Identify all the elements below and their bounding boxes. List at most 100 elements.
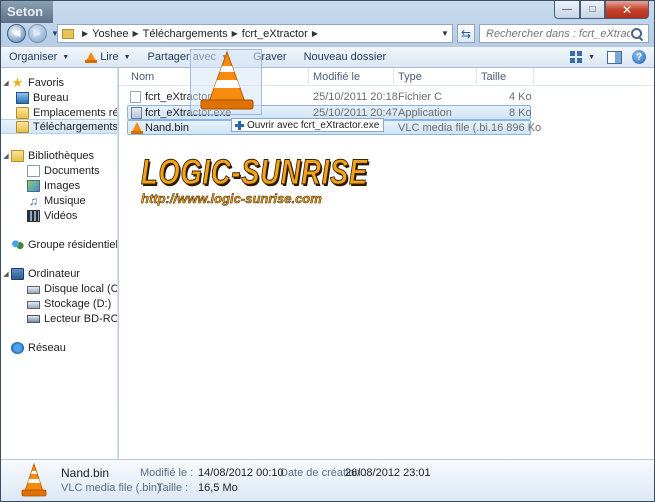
nav-desktop-label: Bureau bbox=[33, 91, 69, 104]
chevron-down-icon[interactable]: ▼ bbox=[588, 54, 595, 61]
drag-ghost bbox=[190, 49, 262, 115]
nav-bd-rom[interactable]: Lecteur BD-ROM (G:) bbox=[1, 311, 117, 326]
address-dropdown-icon[interactable]: ▼ bbox=[438, 29, 452, 38]
file-type: Application bbox=[398, 107, 452, 119]
view-icon[interactable] bbox=[570, 50, 584, 64]
nav-music-label: Musique bbox=[44, 194, 86, 207]
nav-images-label: Images bbox=[44, 179, 81, 192]
file-row-c[interactable]: fcrt_eXtractor.c 25/10/2011 20:18 Fichie… bbox=[127, 90, 532, 105]
nav-computer-label: Ordinateur bbox=[28, 267, 80, 280]
nav-downloads-label: Téléchargements bbox=[33, 120, 118, 133]
details-file-type: VLC media file (.bin) bbox=[61, 482, 161, 494]
forward-button[interactable]: ▶ bbox=[28, 24, 47, 43]
videos-icon bbox=[27, 209, 40, 222]
plus-icon bbox=[235, 120, 244, 130]
homegroup-icon bbox=[11, 238, 24, 251]
nav-homegroup-label: Groupe résidentiel bbox=[28, 238, 118, 251]
expand-arrow-icon[interactable]: ◢ bbox=[1, 79, 11, 87]
desktop-icon bbox=[16, 91, 29, 104]
command-bar: Organiser▼ Lire▼ Partager avec▼ Graver N… bbox=[1, 46, 654, 68]
new-folder-label: Nouveau dossier bbox=[303, 51, 387, 63]
chevron-right-icon[interactable]: ▶ bbox=[312, 29, 318, 38]
nav-bd-rom-label: Lecteur BD-ROM (G:) bbox=[44, 312, 117, 325]
nav-libraries-label: Bibliothèques bbox=[28, 149, 95, 162]
vlc-cone-icon bbox=[21, 463, 47, 497]
nav-downloads[interactable]: Téléchargements bbox=[1, 119, 118, 134]
breadcrumb-downloads[interactable]: Téléchargements bbox=[143, 28, 228, 40]
refresh-icon: ⇆ bbox=[460, 26, 472, 41]
help-icon[interactable]: ? bbox=[632, 50, 646, 64]
nav-computer[interactable]: ◢ Ordinateur bbox=[1, 266, 117, 281]
network-icon bbox=[11, 341, 24, 354]
column-modified[interactable]: Modifié le bbox=[313, 71, 360, 83]
view-controls: ▼ ? bbox=[570, 50, 646, 64]
nav-network[interactable]: Réseau bbox=[1, 340, 117, 355]
column-divider[interactable] bbox=[533, 68, 534, 85]
play-button[interactable]: Lire ▼ bbox=[85, 51, 131, 63]
nav-desktop[interactable]: Bureau bbox=[1, 90, 117, 105]
nav-homegroup[interactable]: Groupe résidentiel bbox=[1, 237, 118, 252]
chevron-right-icon[interactable]: ▶ bbox=[232, 29, 238, 38]
breadcrumb-fcrt-extractor[interactable]: fcrt_eXtractor bbox=[242, 28, 308, 40]
search-icon[interactable] bbox=[630, 27, 644, 41]
organize-label: Organiser bbox=[9, 51, 58, 63]
nav-music[interactable]: ♫ Musique bbox=[1, 193, 117, 208]
expand-arrow-icon[interactable]: ◢ bbox=[1, 270, 11, 278]
music-icon: ♫ bbox=[29, 193, 38, 208]
file-size: 16 896 Ko bbox=[491, 122, 542, 134]
details-created-value: 26/08/2012 23:01 bbox=[345, 467, 431, 479]
watermark-title: LOGIC-SUNRISE bbox=[141, 153, 369, 193]
close-button[interactable]: ✕ bbox=[605, 1, 649, 19]
expand-arrow-icon[interactable]: ◢ bbox=[1, 152, 11, 160]
column-size[interactable]: Taille bbox=[481, 71, 506, 83]
nav-disk-d[interactable]: Stockage (D:) bbox=[1, 296, 117, 311]
nav-videos[interactable]: Vidéos bbox=[1, 208, 117, 223]
chevron-down-icon: ▼ bbox=[123, 53, 131, 61]
play-label: Lire bbox=[100, 51, 119, 63]
file-size: 4 Ko bbox=[509, 91, 532, 103]
file-type: Fichier C bbox=[398, 91, 443, 103]
chevron-right-icon[interactable]: ▶ bbox=[82, 29, 88, 38]
search-input[interactable] bbox=[486, 27, 630, 40]
optical-drive-icon bbox=[27, 314, 40, 323]
address-bar[interactable]: ▶ Yoshee ▶ Téléchargements ▶ fcrt_eXtrac… bbox=[57, 24, 453, 43]
background-window-text: Seton bbox=[7, 4, 44, 19]
c-file-icon bbox=[130, 91, 141, 103]
details-size-label: Taille : bbox=[157, 482, 189, 494]
hard-disk-icon bbox=[27, 285, 40, 294]
search-box[interactable] bbox=[479, 24, 649, 43]
nav-disk-c[interactable]: Disque local (C:) bbox=[1, 281, 117, 296]
organize-button[interactable]: Organiser ▼ bbox=[9, 51, 69, 63]
nav-favorites-label: Favoris bbox=[28, 76, 65, 89]
forward-arrow-icon: ▶ bbox=[33, 28, 42, 39]
vlc-file-icon bbox=[131, 122, 143, 134]
nav-documents[interactable]: Documents bbox=[1, 163, 117, 178]
title-bar[interactable]: Seton — □ ✕ bbox=[1, 1, 654, 23]
minimize-button[interactable]: — bbox=[554, 1, 580, 19]
nav-favorites[interactable]: ◢ ★ Favoris bbox=[1, 75, 117, 90]
column-divider[interactable] bbox=[308, 68, 309, 85]
maximize-button[interactable]: □ bbox=[580, 1, 605, 19]
nav-disk-d-label: Stockage (D:) bbox=[44, 297, 112, 310]
column-divider[interactable] bbox=[476, 68, 477, 85]
column-name[interactable]: Nom bbox=[131, 71, 154, 83]
nav-libraries[interactable]: ◢ Bibliothèques bbox=[1, 148, 117, 163]
nav-recent-places[interactable]: Emplacements récents bbox=[1, 105, 118, 120]
column-type[interactable]: Type bbox=[398, 71, 422, 83]
drag-tooltip-text: Ouvrir avec fcrt_eXtractor.exe bbox=[247, 119, 380, 131]
nav-images[interactable]: Images bbox=[1, 178, 117, 193]
new-folder-button[interactable]: Nouveau dossier bbox=[304, 51, 387, 63]
back-arrow-icon: ◀ bbox=[12, 28, 21, 39]
breadcrumb-yoshee[interactable]: Yoshee bbox=[92, 28, 128, 40]
refresh-button[interactable]: ⇆ bbox=[457, 24, 475, 43]
back-button[interactable]: ◀ bbox=[7, 24, 26, 43]
details-modified-label: Modifié le : bbox=[140, 467, 194, 479]
window-controls: — □ ✕ bbox=[554, 1, 649, 19]
column-divider[interactable] bbox=[393, 68, 394, 85]
details-modified-value: 14/08/2012 00:10 bbox=[198, 467, 284, 479]
chevron-right-icon[interactable]: ▶ bbox=[132, 29, 138, 38]
vlc-icon bbox=[85, 51, 98, 63]
preview-pane-icon[interactable] bbox=[607, 50, 622, 64]
nav-recent-label: Emplacements récents bbox=[33, 106, 118, 119]
libraries-icon bbox=[11, 149, 24, 162]
